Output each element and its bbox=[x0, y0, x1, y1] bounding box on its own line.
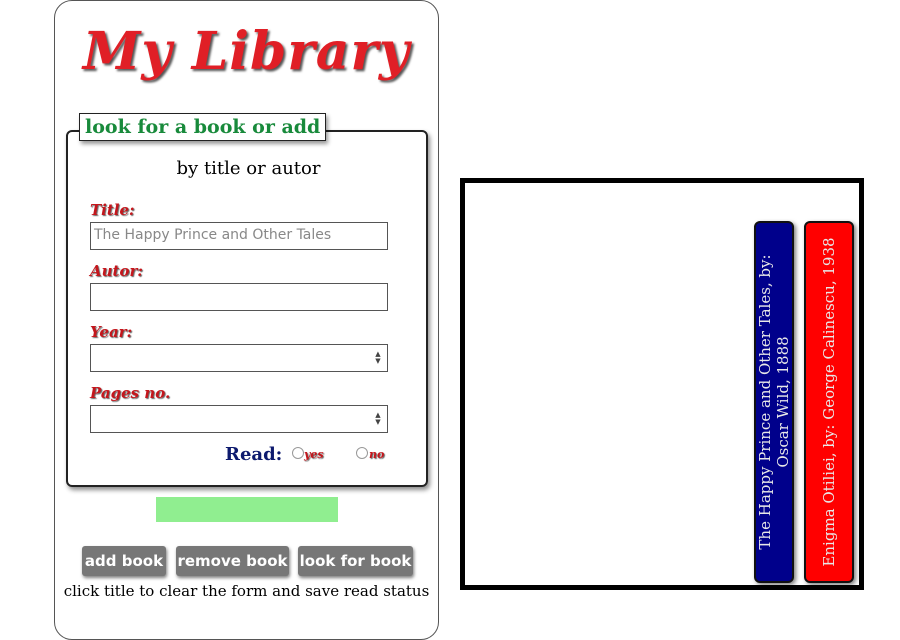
pages-input[interactable]: ▲ ▼ bbox=[90, 405, 388, 433]
read-yes-radio[interactable] bbox=[292, 447, 304, 459]
read-label: Read: bbox=[225, 444, 283, 465]
read-no-radio[interactable] bbox=[356, 447, 368, 459]
remove-book-button[interactable]: remove book bbox=[176, 546, 289, 576]
year-label: Year: bbox=[90, 323, 133, 341]
app-title[interactable]: My Library bbox=[55, 21, 438, 82]
title-input[interactable]: The Happy Prince and Other Tales bbox=[90, 222, 388, 250]
add-book-button[interactable]: add book bbox=[82, 546, 166, 576]
library-panel: My Library look for a book or add by tit… bbox=[54, 0, 439, 640]
form-subtitle: by title or autor bbox=[176, 158, 321, 179]
look-for-book-button[interactable]: look for book bbox=[298, 546, 413, 576]
bookshelf: The Happy Prince and Other Tales, by: Os… bbox=[460, 178, 864, 590]
book-spine-title[interactable]: The Happy Prince and Other Tales, by: Os… bbox=[756, 232, 792, 572]
year-input[interactable]: ▲ ▼ bbox=[90, 344, 388, 372]
book-spine[interactable]: The Happy Prince and Other Tales, by: Os… bbox=[754, 221, 794, 583]
read-yes-label[interactable]: yes bbox=[304, 448, 324, 461]
autor-label: Autor: bbox=[90, 262, 143, 280]
pages-spinner-icon[interactable]: ▲ ▼ bbox=[374, 412, 382, 426]
form-legend: look for a book or add bbox=[79, 113, 327, 141]
autor-input[interactable] bbox=[90, 283, 388, 311]
book-spine-title[interactable]: Enigma Otiliei, by: George Calinescu, 19… bbox=[820, 232, 838, 572]
status-bar bbox=[156, 497, 338, 522]
title-label: Title: bbox=[90, 201, 135, 219]
hint-text: click title to clear the form and save r… bbox=[63, 582, 430, 600]
pages-label: Pages no. bbox=[90, 384, 171, 402]
book-spine[interactable]: Enigma Otiliei, by: George Calinescu, 19… bbox=[804, 221, 854, 583]
read-no-label[interactable]: no bbox=[369, 448, 384, 461]
year-spinner-icon[interactable]: ▲ ▼ bbox=[374, 351, 382, 365]
